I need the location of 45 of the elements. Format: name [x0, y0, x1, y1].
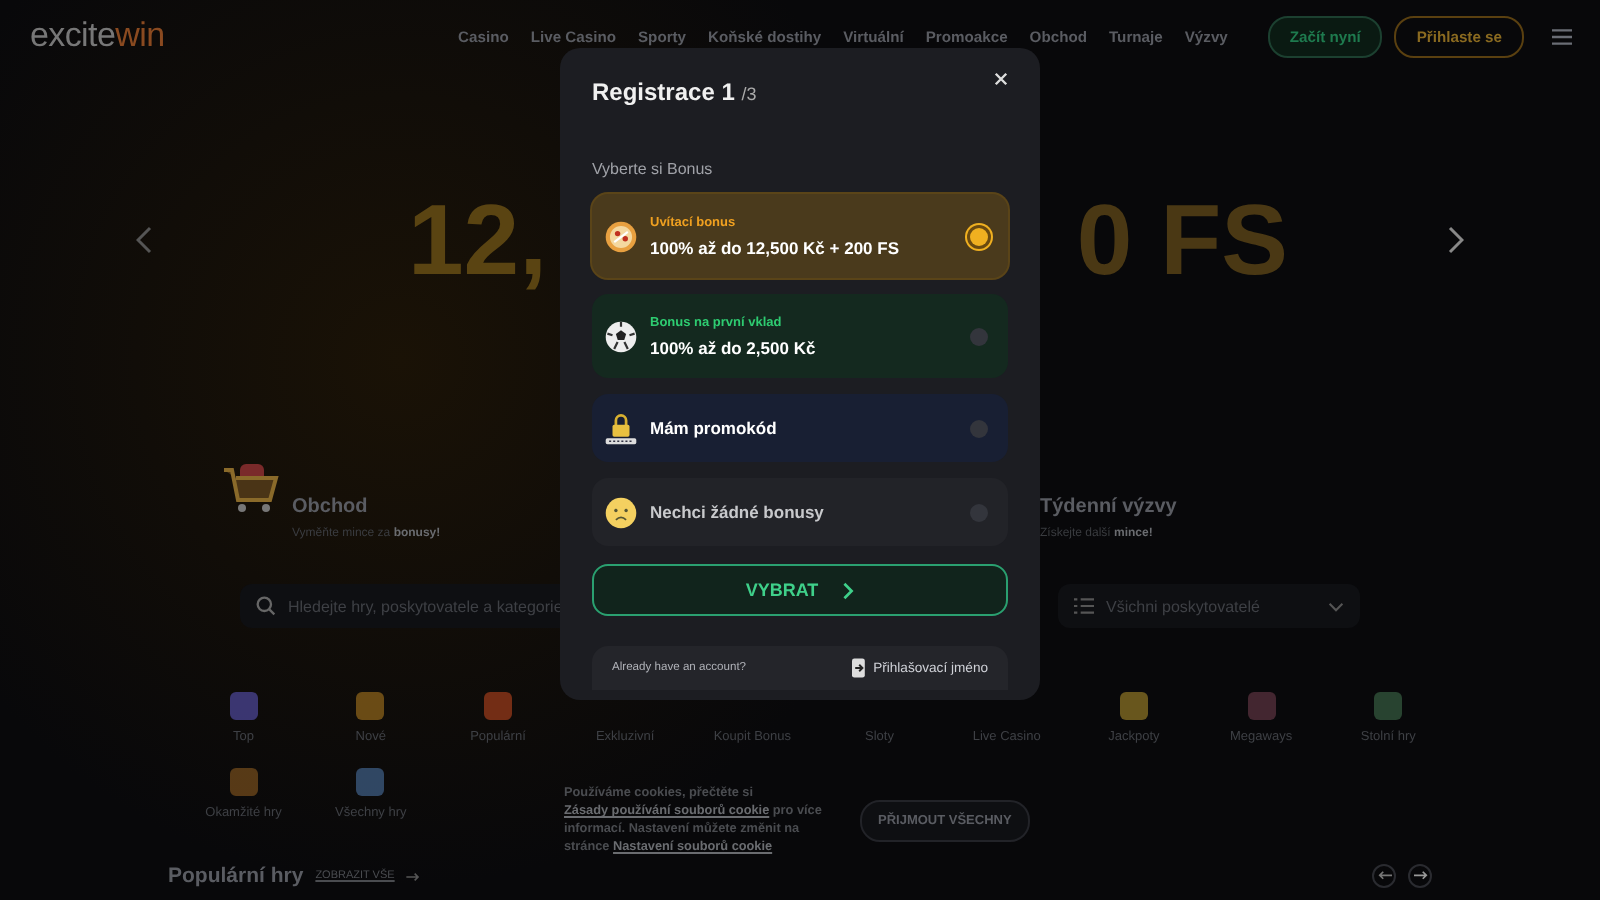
carousel-next-icon[interactable]	[1448, 226, 1464, 254]
carousel-prev-icon[interactable]	[136, 226, 152, 254]
chevron-right-icon	[842, 581, 855, 599]
category-icon	[229, 692, 258, 720]
cart-icon	[220, 460, 280, 516]
soccer-ball-icon	[604, 319, 638, 353]
arrow-right-icon	[1413, 870, 1427, 882]
category-icon	[1374, 692, 1403, 720]
sad-face-icon	[604, 495, 638, 529]
pizza-icon	[604, 219, 638, 253]
radio-button[interactable]	[970, 227, 988, 245]
lock-icon	[604, 411, 638, 445]
promo-title: Obchod	[292, 496, 370, 518]
category-icon	[1119, 692, 1148, 720]
login-icon	[851, 658, 868, 678]
category-icon	[1247, 692, 1276, 720]
category-icon	[229, 768, 258, 796]
list-icon	[1074, 596, 1094, 616]
bonus-option[interactable]: Nechci žádné bonusy	[592, 478, 1008, 546]
menu-icon[interactable]	[1552, 27, 1572, 45]
field-label: Vyberte si Bonus	[592, 160, 715, 178]
logo[interactable]: excitewin	[30, 16, 165, 56]
chevron-down-icon	[1328, 601, 1344, 611]
option-title: Mám promokód	[650, 418, 779, 438]
option-title: Nechci žádné bonusy	[650, 502, 826, 522]
category-icon	[356, 692, 385, 720]
hero-headline: 0 FS	[1076, 182, 1288, 298]
arrow-right-icon	[406, 871, 421, 881]
dialog-title: Registrace 1 /3	[592, 78, 757, 106]
select-button[interactable]: VYBRAT	[592, 564, 1008, 616]
category-icon	[356, 768, 385, 796]
radio-button[interactable]	[970, 419, 988, 437]
prev-button[interactable]	[1372, 864, 1396, 888]
close-icon[interactable]	[994, 71, 1008, 85]
category-icon	[483, 692, 512, 720]
option-title: 100% až do 2,500 Kč	[650, 337, 818, 357]
next-button[interactable]	[1408, 864, 1432, 888]
section-title: Populární hry	[168, 864, 304, 888]
arrow-left-icon	[1377, 870, 1391, 882]
radio-button[interactable]	[970, 327, 988, 345]
hero-headline: 12,	[408, 182, 548, 298]
option-title: 100% až do 12,500 Kč + 200 FS	[650, 237, 902, 257]
bonus-option[interactable]: Mám promokód	[592, 394, 1008, 462]
promo-title: Týdenní výzvy	[1040, 496, 1177, 518]
search-icon	[256, 596, 276, 616]
